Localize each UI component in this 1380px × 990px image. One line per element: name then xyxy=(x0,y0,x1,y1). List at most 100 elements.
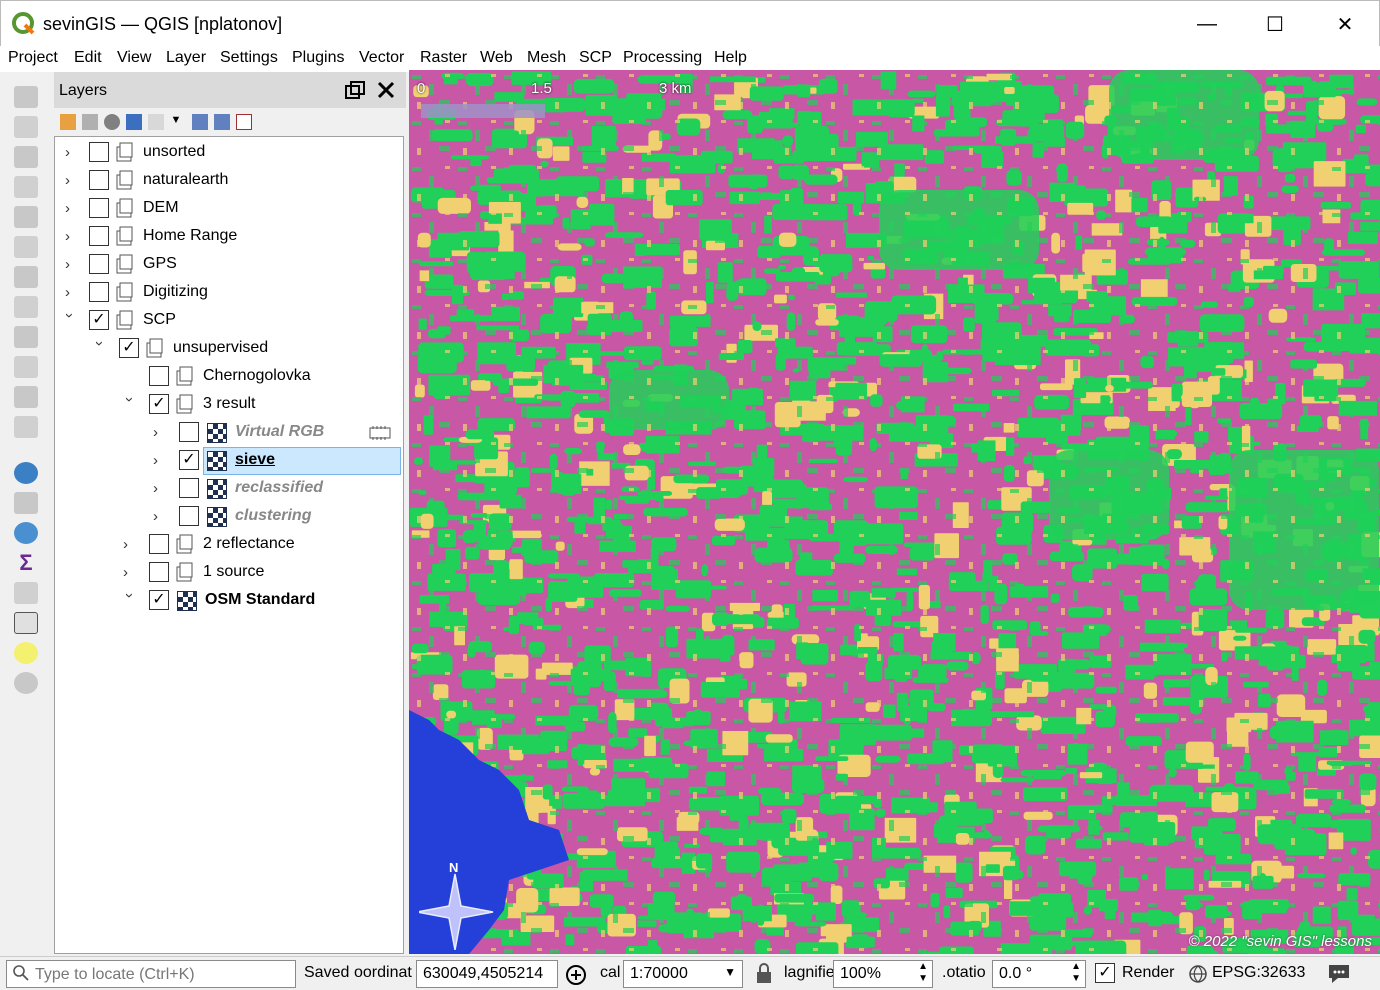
layer-checkbox[interactable]: ✓ xyxy=(89,310,109,330)
filter-legend-icon[interactable] xyxy=(126,114,142,130)
menu-scp[interactable]: SCP xyxy=(579,49,612,67)
close-panel-icon[interactable] xyxy=(376,80,396,100)
attribute-table-icon[interactable] xyxy=(14,492,38,514)
vertex-tool-icon[interactable] xyxy=(14,206,38,228)
minimize-button[interactable]: — xyxy=(1187,9,1227,39)
collapse-chevron-icon[interactable]: › xyxy=(61,313,78,327)
menu-mesh[interactable]: Mesh xyxy=(527,49,566,67)
close-button[interactable]: ✕ xyxy=(1325,9,1365,39)
render-checkbox[interactable]: ✓ xyxy=(1095,963,1115,983)
measure-line-icon[interactable] xyxy=(14,612,38,634)
menu-web[interactable]: Web xyxy=(480,49,513,67)
layer-tree-item[interactable]: › 1 source xyxy=(55,559,403,587)
remove-layer-icon[interactable] xyxy=(236,114,252,130)
maximize-button[interactable]: ☐ xyxy=(1255,9,1295,39)
visibility-icon[interactable] xyxy=(104,114,120,130)
crs-label[interactable]: EPSG:32633 xyxy=(1212,964,1305,982)
add-group-icon[interactable] xyxy=(82,114,98,130)
expand-chevron-icon[interactable]: › xyxy=(153,508,167,525)
menu-plugins[interactable]: Plugins xyxy=(292,49,344,67)
magnifier-spinbox[interactable]: 100% ▲ ▼ xyxy=(833,960,933,988)
layer-tree-item[interactable]: › clustering xyxy=(55,503,403,531)
layer-tree-item-selected[interactable]: › ✓ sieve xyxy=(55,447,403,475)
undo-icon[interactable] xyxy=(14,386,38,408)
collapse-all-icon[interactable] xyxy=(214,114,230,130)
layer-tree-item[interactable]: Chernogolovka xyxy=(55,363,403,391)
layer-checkbox[interactable] xyxy=(89,142,109,162)
layer-checkbox[interactable] xyxy=(89,226,109,246)
menu-processing[interactable]: Processing xyxy=(623,49,702,67)
scale-combobox[interactable]: 1:70000 ▼ xyxy=(623,960,743,988)
toggle-editing-icon[interactable] xyxy=(14,116,38,138)
menu-vector[interactable]: Vector xyxy=(359,49,404,67)
collapse-chevron-icon[interactable]: › xyxy=(121,397,138,411)
menu-edit[interactable]: Edit xyxy=(74,49,102,67)
expand-chevron-icon[interactable]: › xyxy=(65,228,79,245)
layer-checkbox[interactable] xyxy=(89,282,109,302)
layer-tree-item[interactable]: › unsorted xyxy=(55,139,403,167)
field-calculator-icon[interactable] xyxy=(14,582,38,604)
lock-scale-icon[interactable] xyxy=(754,963,774,985)
expand-chevron-icon[interactable]: › xyxy=(153,480,167,497)
processing-toolbox-icon[interactable] xyxy=(14,522,38,544)
layer-tree-item[interactable]: › naturalearth xyxy=(55,167,403,195)
statistical-summary-icon[interactable]: Σ xyxy=(14,552,38,574)
layer-tree-item[interactable]: › 2 reflectance xyxy=(55,531,403,559)
paste-features-icon[interactable] xyxy=(14,356,38,378)
expand-chevron-icon[interactable]: › xyxy=(123,536,137,553)
layer-checkbox[interactable]: ✓ xyxy=(149,590,169,610)
redo-icon[interactable] xyxy=(14,416,38,438)
collapse-chevron-icon[interactable]: › xyxy=(91,341,108,355)
menu-raster[interactable]: Raster xyxy=(420,49,467,67)
identify-features-icon[interactable] xyxy=(14,462,38,484)
layer-checkbox[interactable]: ✓ xyxy=(149,394,169,414)
layer-tree-item[interactable]: › Home Range xyxy=(55,223,403,251)
expand-chevron-icon[interactable]: › xyxy=(123,564,137,581)
expand-chevron-icon[interactable]: › xyxy=(65,256,79,273)
toggle-extents-icon[interactable] xyxy=(565,964,587,986)
menu-layer[interactable]: Layer xyxy=(166,49,206,67)
layer-checkbox[interactable] xyxy=(179,478,199,498)
expand-chevron-icon[interactable]: › xyxy=(153,424,167,441)
layer-checkbox[interactable] xyxy=(89,170,109,190)
menu-settings[interactable]: Settings xyxy=(220,49,278,67)
layer-tree-item[interactable]: › GPS xyxy=(55,251,403,279)
messages-icon[interactable] xyxy=(1326,962,1352,986)
copy-features-icon[interactable] xyxy=(14,326,38,348)
layer-checkbox[interactable] xyxy=(149,534,169,554)
filter-expression-icon[interactable] xyxy=(148,114,164,130)
spin-arrows-icon[interactable]: ▲ ▼ xyxy=(918,961,928,985)
expand-chevron-icon[interactable]: › xyxy=(65,284,79,301)
save-edits-icon[interactable] xyxy=(14,146,38,168)
spin-arrows-icon[interactable]: ▲ ▼ xyxy=(1071,961,1081,985)
menu-project[interactable]: Project xyxy=(8,49,58,67)
layer-tree-item[interactable]: › ✓ 3 result xyxy=(55,391,403,419)
crs-globe-icon[interactable] xyxy=(1188,964,1208,984)
layer-tree-item[interactable]: › Digitizing xyxy=(55,279,403,307)
layer-checkbox[interactable] xyxy=(149,366,169,386)
layer-tree-item[interactable]: › ✓ SCP xyxy=(55,307,403,335)
layer-checkbox[interactable] xyxy=(89,198,109,218)
layer-tree-item[interactable]: › Virtual RGB xyxy=(55,419,403,447)
modify-attributes-icon[interactable] xyxy=(14,236,38,258)
layer-tree-item[interactable]: › ✓ OSM Standard xyxy=(55,587,403,615)
layer-checkbox[interactable]: ✓ xyxy=(179,450,199,470)
layer-checkbox[interactable] xyxy=(179,422,199,442)
layer-checkbox[interactable] xyxy=(89,254,109,274)
zoom-settings-icon[interactable] xyxy=(14,672,38,694)
layer-checkbox[interactable] xyxy=(179,506,199,526)
layer-checkbox[interactable] xyxy=(149,562,169,582)
collapse-chevron-icon[interactable]: › xyxy=(121,593,138,607)
style-manager-icon[interactable] xyxy=(60,114,76,130)
menu-help[interactable]: Help xyxy=(714,49,747,67)
layer-checkbox[interactable]: ✓ xyxy=(119,338,139,358)
coordinate-field[interactable]: 630049,4505214 xyxy=(416,960,558,988)
expand-chevron-icon[interactable]: › xyxy=(153,452,167,469)
map-tips-icon[interactable] xyxy=(14,642,38,664)
float-panel-icon[interactable] xyxy=(344,80,366,100)
edit-pencil-icon[interactable] xyxy=(14,86,38,108)
delete-selected-icon[interactable] xyxy=(14,266,38,288)
virtual-layer-indicator-icon[interactable] xyxy=(369,425,391,441)
rotation-spinbox[interactable]: 0.0 ° ▲ ▼ xyxy=(992,960,1086,988)
locator-search-input[interactable]: Type to locate (Ctrl+K) xyxy=(6,960,296,988)
